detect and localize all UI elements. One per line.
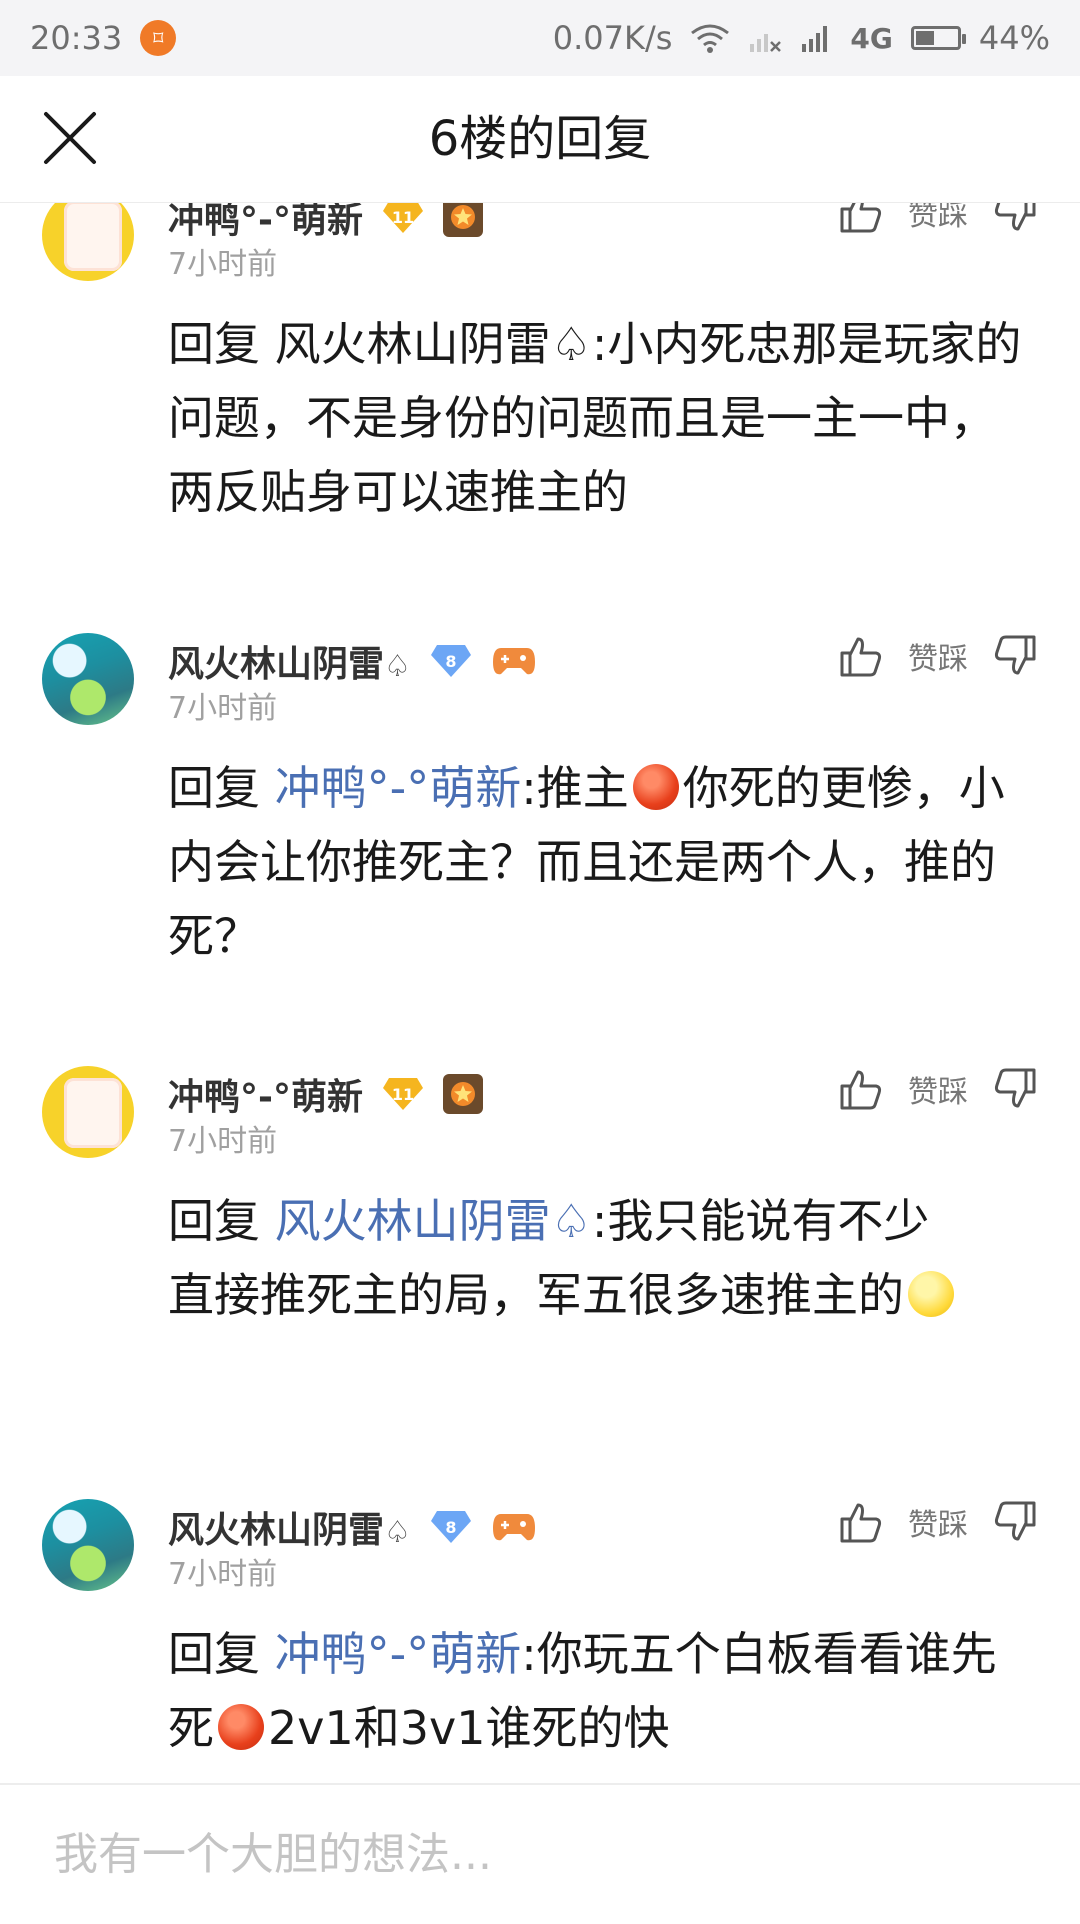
nav-bar: 6楼的回复 — [0, 76, 1080, 203]
thumbs-down-icon[interactable] — [992, 1066, 1038, 1112]
level-badge-icon: 11 — [381, 203, 425, 235]
vote-label: 赞踩 — [908, 203, 968, 233]
spade-icon: ♤ — [384, 1515, 411, 1550]
avatar[interactable] — [42, 633, 134, 725]
angry-emoji-icon — [632, 764, 679, 810]
thumbs-up-icon[interactable] — [838, 203, 884, 235]
reply-text: 回复 冲鸭°-°萌新:你玩五个白板看看谁先死 2v1和3v1谁死的快 — [168, 1627, 997, 1755]
avatar[interactable] — [42, 1066, 134, 1158]
network-type: 4G — [850, 21, 893, 55]
star-badge-icon — [442, 203, 483, 237]
reply-input[interactable] — [52, 1785, 1028, 1924]
vote-actions: 赞踩 — [838, 1499, 1038, 1545]
reply-text: 回复 风火林山阴雷♤:我只能说有不少直接推死主的局，军五很多速推主的 — [168, 1184, 968, 1332]
username-text: 冲鸭°-°萌新 — [168, 203, 363, 241]
status-time: 20:33 — [30, 19, 123, 57]
username-text: 冲鸭°-°萌新 — [168, 1077, 363, 1118]
thumbs-up-icon[interactable] — [838, 633, 884, 679]
username[interactable]: 冲鸭°-°萌新 11 — [168, 1068, 483, 1120]
username-text: 风火林山阴雷 — [168, 1510, 385, 1551]
post-time: 7小时前 — [168, 247, 278, 282]
vote-label: 赞踩 — [908, 1075, 968, 1110]
mention-link[interactable]: 风火林山阴雷♤ — [275, 1194, 592, 1248]
username[interactable]: 冲鸭°-°萌新 11 — [168, 203, 483, 243]
thumbs-down-icon[interactable] — [992, 633, 1038, 679]
reply-input-bar — [0, 1783, 1080, 1924]
signal-empty-icon — [748, 24, 782, 52]
vote-actions: 赞踩 — [838, 633, 1038, 679]
smile-emoji-icon — [908, 1271, 954, 1317]
spade-icon: ♤ — [384, 649, 411, 684]
level-badge-icon: 8 — [429, 643, 473, 679]
gamepad-badge-icon — [491, 1509, 537, 1545]
level-badge-icon: 11 — [381, 1076, 425, 1112]
level-badge-icon: 8 — [429, 1509, 473, 1545]
post-time: 7小时前 — [168, 1124, 278, 1159]
thumbs-down-icon[interactable] — [992, 1499, 1038, 1545]
post-time: 7小时前 — [168, 1557, 278, 1592]
username[interactable]: 风火林山阴雷♤ 8 — [168, 1501, 537, 1553]
battery-icon — [910, 26, 966, 50]
net-speed: 0.07K/s — [552, 19, 673, 57]
angry-emoji-icon — [218, 1704, 264, 1750]
vote-label: 赞踩 — [908, 642, 968, 677]
page-title: 6楼的回复 — [428, 111, 652, 167]
username-text: 风火林山阴雷 — [168, 644, 385, 685]
thumbs-down-icon[interactable] — [992, 203, 1038, 235]
mention-link[interactable]: 冲鸭°-°萌新 — [275, 1627, 522, 1681]
star-badge-icon — [442, 1074, 483, 1114]
signal-icon — [800, 24, 832, 52]
username[interactable]: 风火林山阴雷♤ 8 — [168, 635, 537, 687]
close-button[interactable] — [38, 106, 102, 170]
mention-link[interactable]: 冲鸭°-°萌新 — [275, 761, 522, 815]
reply-list[interactable]: 冲鸭°-°萌新 11 7小时前 赞踩 回复 风火林山阴雷♤:小内死忠那是玩家的问… — [0, 203, 1080, 1783]
wifi-icon — [690, 23, 730, 53]
thumbs-up-icon[interactable] — [838, 1066, 884, 1112]
close-icon — [44, 112, 96, 164]
reply-text: 回复 风火林山阴雷♤:小内死忠那是玩家的问题，不是身份的问题而且是一主一中，两反… — [168, 317, 1022, 519]
avatar[interactable] — [42, 203, 134, 281]
gamepad-badge-icon — [491, 643, 537, 679]
post-time: 7小时前 — [168, 691, 278, 726]
status-bar: 20:33 ⌑ 0.07K/s 4G 44% — [0, 0, 1080, 76]
battery-percent: 44% — [978, 19, 1050, 57]
vote-label: 赞踩 — [908, 1508, 968, 1543]
thumbs-up-icon[interactable] — [838, 1499, 884, 1545]
vote-actions: 赞踩 — [838, 203, 1038, 235]
app-notification-icon: ⌑ — [140, 20, 177, 56]
reply-text: 回复 冲鸭°-°萌新:推主 你死的更惨，小内会让你推死主？而且还是两个人，推的死？ — [168, 761, 1005, 963]
avatar[interactable] — [42, 1499, 134, 1591]
vote-actions: 赞踩 — [838, 1066, 1038, 1112]
